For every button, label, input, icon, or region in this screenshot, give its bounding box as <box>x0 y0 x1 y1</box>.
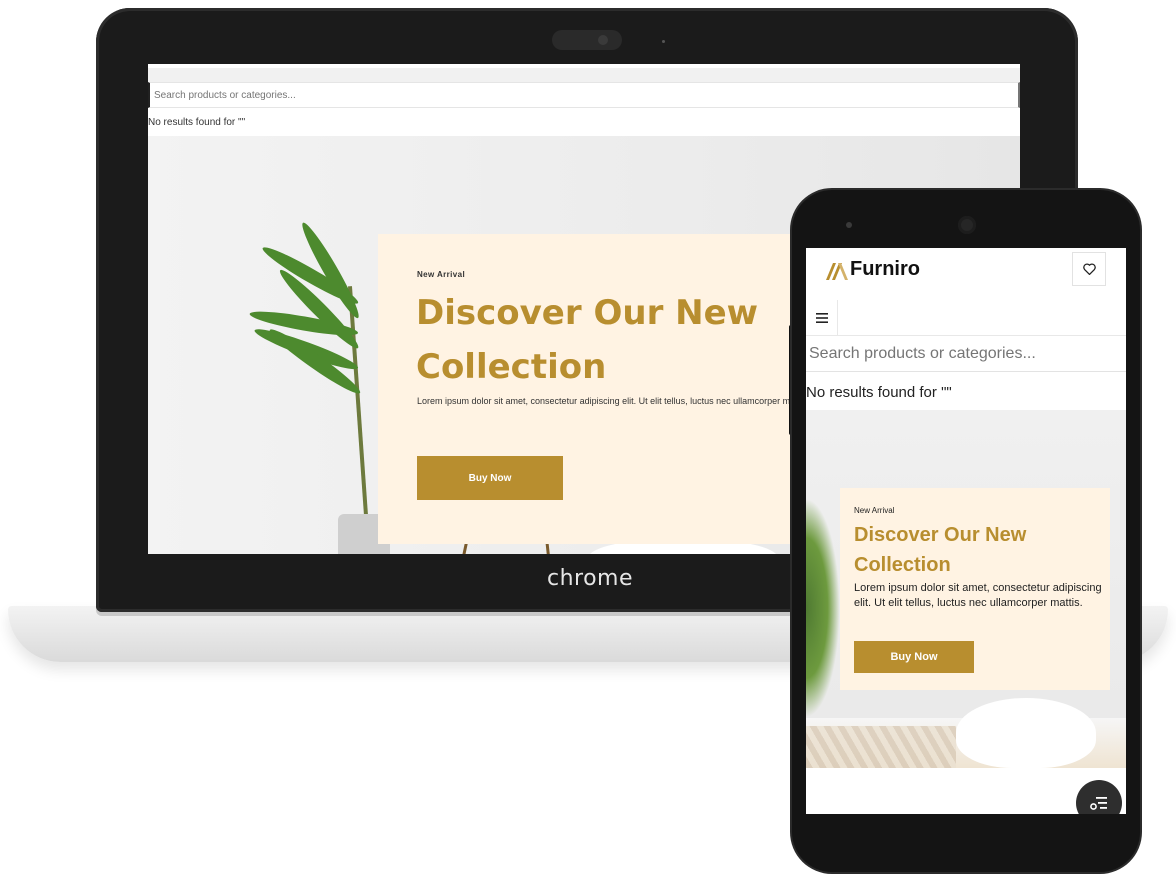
laptop-webcam <box>552 30 622 50</box>
plant-decoration <box>347 286 369 516</box>
laptop-sensor <box>662 40 665 43</box>
hero-description: Lorem ipsum dolor sit amet, consectetur … <box>854 582 1102 609</box>
plant-decoration <box>806 498 840 718</box>
filter-list-icon <box>1090 797 1107 810</box>
furniro-logo-icon <box>826 263 848 280</box>
hero-badge: New Arrival <box>417 270 466 279</box>
search-results-message: No results found for "" <box>806 372 1126 410</box>
hero-card: New Arrival Discover Our New Collection … <box>840 488 1110 690</box>
phone-sensor <box>846 222 852 228</box>
logo-text[interactable]: Furniro <box>850 258 920 281</box>
hero-badge: New Arrival <box>854 506 895 515</box>
menu-toggle-button[interactable] <box>806 300 838 336</box>
site-header <box>148 64 1020 68</box>
laptop-brand-label: chrome <box>546 566 634 591</box>
menu-row <box>806 300 1126 336</box>
site-header: Furniro <box>806 248 1126 294</box>
search-input[interactable] <box>806 336 1126 372</box>
search-results-message: No results found for "" <box>148 108 1020 136</box>
hero-title: Discover Our New Collection <box>854 524 1027 576</box>
rug-decoration <box>806 726 956 768</box>
filter-fab-button[interactable] <box>1076 780 1122 814</box>
favorites-button[interactable] <box>1072 252 1106 286</box>
heart-icon <box>1082 263 1096 275</box>
hero-title: Discover Our New Collection <box>416 293 759 387</box>
laptop-webcam-lens <box>598 35 608 45</box>
phone-screen: Furniro No results found for "" New Arri… <box>806 248 1126 814</box>
buy-now-button[interactable]: Buy Now <box>854 641 974 673</box>
search-input[interactable] <box>148 82 1020 108</box>
hero-description: Lorem ipsum dolor sit amet, consectetur … <box>417 396 810 406</box>
phone-front-camera <box>958 216 976 234</box>
buy-now-button[interactable]: Buy Now <box>417 456 563 500</box>
hamburger-icon <box>815 313 828 323</box>
hero-card: New Arrival Discover Our New Collection … <box>378 234 838 544</box>
pouf-decoration <box>956 698 1096 768</box>
